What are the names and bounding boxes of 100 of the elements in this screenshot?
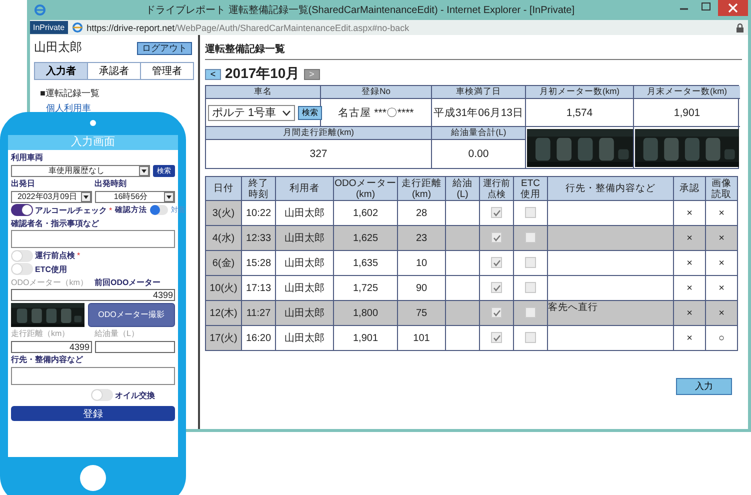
table-cell: × [706,300,738,326]
table-cell: 1,602 [334,200,398,226]
table-cell: 10:22 [242,200,276,226]
table-cell: 山田太郎 [276,326,334,350]
column-header: 利用者 [276,176,334,200]
table-cell: 23 [398,226,446,250]
input-button[interactable]: 入力 [676,378,732,395]
required-mark: * [77,251,80,260]
column-header: 日付 [206,176,242,200]
table-cell: × [674,326,706,350]
table-cell: × [706,250,738,276]
table-cell: ○ [706,326,738,350]
menu-link[interactable]: 個人利用車 [46,102,91,115]
table-cell: 1,800 [334,300,398,326]
table-cell: 山田太郎 [276,226,334,250]
table-cell: 山田太郎 [276,250,334,276]
date-cell: 6(金) [206,250,242,276]
address-field[interactable]: https://drive-report.net/WebPage/Auth/SharedCarMaintenanceEdit.aspx#no-back [86,22,732,32]
table-cell: 1,625 [334,226,398,250]
table-cell: 1,635 [334,250,398,276]
column-header: ODOメーター (km) [334,176,398,200]
vehicle-select[interactable]: 車使用履歴なし [11,164,150,176]
table-cell: × [706,200,738,226]
table-cell: 16:20 [242,326,276,350]
table-cell: 90 [398,276,446,300]
vehicle-select[interactable]: ポルテ 1号車 [208,104,296,120]
table-cell: × [674,300,706,326]
field-label: 行先・整備内容など [11,354,84,365]
column-header: ETC 使用 [514,176,548,200]
table-cell: × [674,276,706,300]
time-select[interactable]: 16時56分 [94,190,175,202]
table-cell: 12:33 [242,226,276,250]
table-header: 月初メーター数(km) [526,86,634,99]
table-cell: 10 [398,250,446,276]
field-label: ODOメーター（km） [11,276,89,288]
table-cell: 75 [398,300,446,326]
table-header: 月末メーター数(km) [634,86,740,99]
table-header: 月間走行距離(km) [206,127,432,140]
table-cell: × [674,226,706,250]
column-header: 走行距離 (km) [398,176,446,200]
column-header: 行先・整備内容など [548,176,674,200]
menu-heading: ■運転記録一覧 [40,87,100,100]
date-cell: 17(火) [206,326,242,350]
table-cell: × [706,276,738,300]
column-header: 終了時刻 [242,176,276,200]
screen-title: 入力画面 [8,135,178,150]
window-title: ドライブレポート 運転整備記録一覧(SharedCarMaintenanceEdit) - Internet Explorer - [InPrivate] [144,4,576,17]
toggle-label: オイル交換 [115,390,155,400]
month-label: 2017年10月 [225,65,300,83]
table-cell: × [674,200,706,226]
toggle-label: 運行前点検 [35,250,75,261]
table-cell: 15:28 [242,250,276,276]
table-cell: 山田太郎 [276,276,334,300]
table-cell: 1,901 [334,326,398,350]
table-cell: 客先へ直行 [548,302,598,313]
table-cell: 山田太郎 [276,200,334,226]
table-cell: 17:13 [242,276,276,300]
role-tab[interactable]: 入力者 [35,63,87,79]
user-name: 山田太郎 [34,39,82,56]
field-label: 走行距離（km） [11,328,71,339]
date-cell: 12(木) [206,300,242,326]
field-label: 給油量（L） [94,328,140,339]
date-select[interactable]: 2022年03月09日 [11,190,92,202]
table-cell: × [674,250,706,276]
distance-field[interactable]: 4399 [11,340,92,352]
toggle-label: アルコールチェック [35,204,107,216]
table-cell: 101 [398,326,446,350]
date-cell: 10(火) [206,276,242,300]
field-label: 前回ODOメーター [94,276,162,288]
table-header: 給油量合計(L) [432,127,526,140]
register-button[interactable]: 登録 [11,406,175,420]
table-cell: 1,901 [634,99,740,127]
field-label: 利用車両 [11,152,44,163]
table-cell: × [706,226,738,250]
table-header: 車検満了日 [432,86,526,99]
column-header: 画像読取 [706,176,738,200]
field-label: 出発時刻 [94,178,128,189]
table-cell: 11:27 [242,300,276,326]
logout-button[interactable]: ログアウト [137,42,192,55]
date-cell: 4(水) [206,226,242,250]
date-cell: 3(火) [206,200,242,226]
field-label: 出発日 [11,178,36,189]
toggle-label: ETC使用 [35,264,67,274]
table-header: 登録No [321,86,432,99]
table-cell: 山田太郎 [276,300,334,326]
odometer-field[interactable]: 4399 [11,289,175,301]
inprivate-badge: InPrivate [30,21,68,34]
field-label: 確認者名・指示事項など [11,218,100,228]
required-mark: * [109,206,112,214]
previous-month-button[interactable]: < [205,68,221,80]
table-cell: 28 [398,200,446,226]
page-heading: 運転整備記録一覧 [205,42,742,60]
column-header: 給油 (L) [446,176,480,200]
column-header: 運行前点検 [480,176,514,200]
column-header: 承認 [674,176,706,200]
search-button[interactable]: 検索 [298,106,322,120]
photo-button[interactable]: ODOメーター撮影 [88,302,175,326]
table-cell: 1,574 [526,99,634,127]
table-cell: 1,725 [334,276,398,300]
table-cell: 327 [206,140,432,168]
